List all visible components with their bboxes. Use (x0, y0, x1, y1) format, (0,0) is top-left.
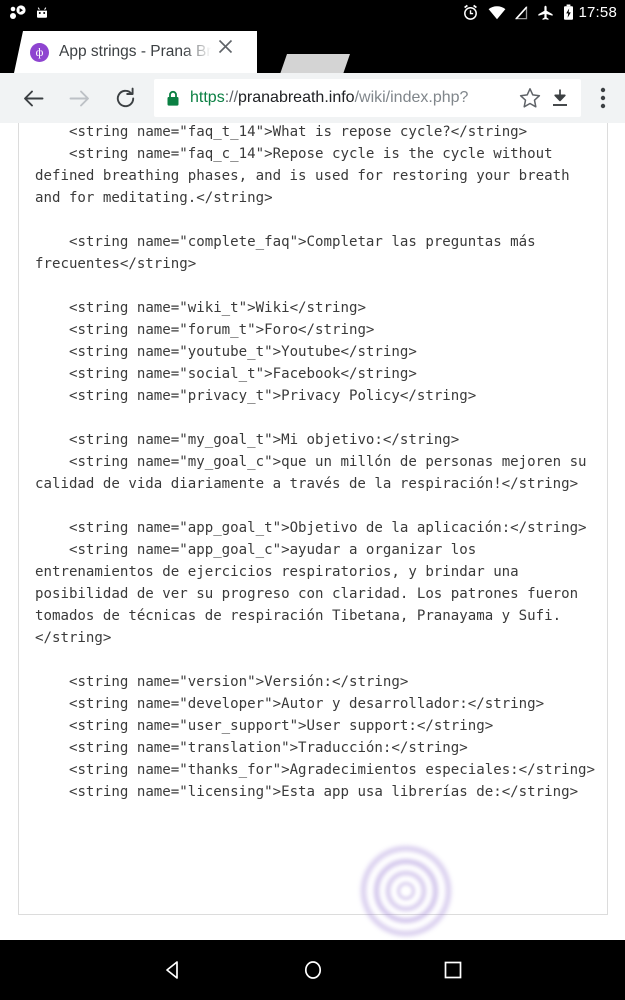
lock-icon (166, 90, 180, 107)
android-device-screen: 17:58 ф App strings - Prana Breath W htt (0, 0, 625, 1000)
airplane-mode-icon (537, 5, 554, 21)
reload-button[interactable] (102, 75, 148, 121)
back-button[interactable] (10, 75, 56, 121)
android-strings-xml-code: <string name="faq_t_14">What is repose c… (35, 124, 596, 800)
url-scheme: https (190, 89, 225, 106)
url-host: pranabreath.info (238, 89, 355, 106)
status-bar-notifications (10, 5, 50, 20)
nav-recents-button[interactable] (383, 940, 523, 1000)
android-navigation-bar (0, 940, 625, 1000)
browser-toolbar: https://pranabreath.info/wiki/index.php? (0, 73, 625, 123)
battery-charging-icon (563, 4, 574, 21)
code-block-container: <string name="faq_t_14">What is repose c… (18, 123, 608, 915)
url-text[interactable]: https://pranabreath.info/wiki/index.php? (190, 89, 515, 107)
signal-off-icon (514, 5, 528, 20)
android-robot-icon (34, 6, 50, 20)
forward-button (56, 75, 102, 121)
download-icon[interactable] (545, 87, 575, 109)
android-status-bar: 17:58 (0, 0, 625, 25)
overflow-menu-button[interactable] (581, 86, 625, 110)
status-bar-clock: 17:58 (578, 4, 617, 21)
bookmark-star-icon[interactable] (515, 87, 545, 109)
recents-square-icon (444, 961, 461, 979)
back-triangle-icon (165, 961, 178, 979)
alarm-icon (462, 4, 479, 21)
nav-home-button[interactable] (243, 940, 383, 1000)
tab-favicon-icon: ф (30, 42, 49, 62)
status-bar-system-icons (462, 4, 574, 21)
nav-back-button[interactable] (103, 940, 243, 1000)
web-page-viewport[interactable]: <string name="faq_t_14">What is repose c… (0, 123, 625, 940)
wifi-icon (488, 5, 506, 20)
tab-title: App strings - Prana Breath W (59, 43, 211, 60)
browser-tab-strip: ф App strings - Prana Breath W (0, 25, 625, 98)
url-bar[interactable]: https://pranabreath.info/wiki/index.php? (154, 79, 581, 117)
tab-close-icon[interactable] (215, 36, 235, 56)
url-path: /wiki/index.php? (354, 89, 469, 106)
home-circle-icon (304, 961, 321, 979)
notification-dots-icon (10, 5, 26, 20)
url-separator: :// (224, 89, 239, 106)
